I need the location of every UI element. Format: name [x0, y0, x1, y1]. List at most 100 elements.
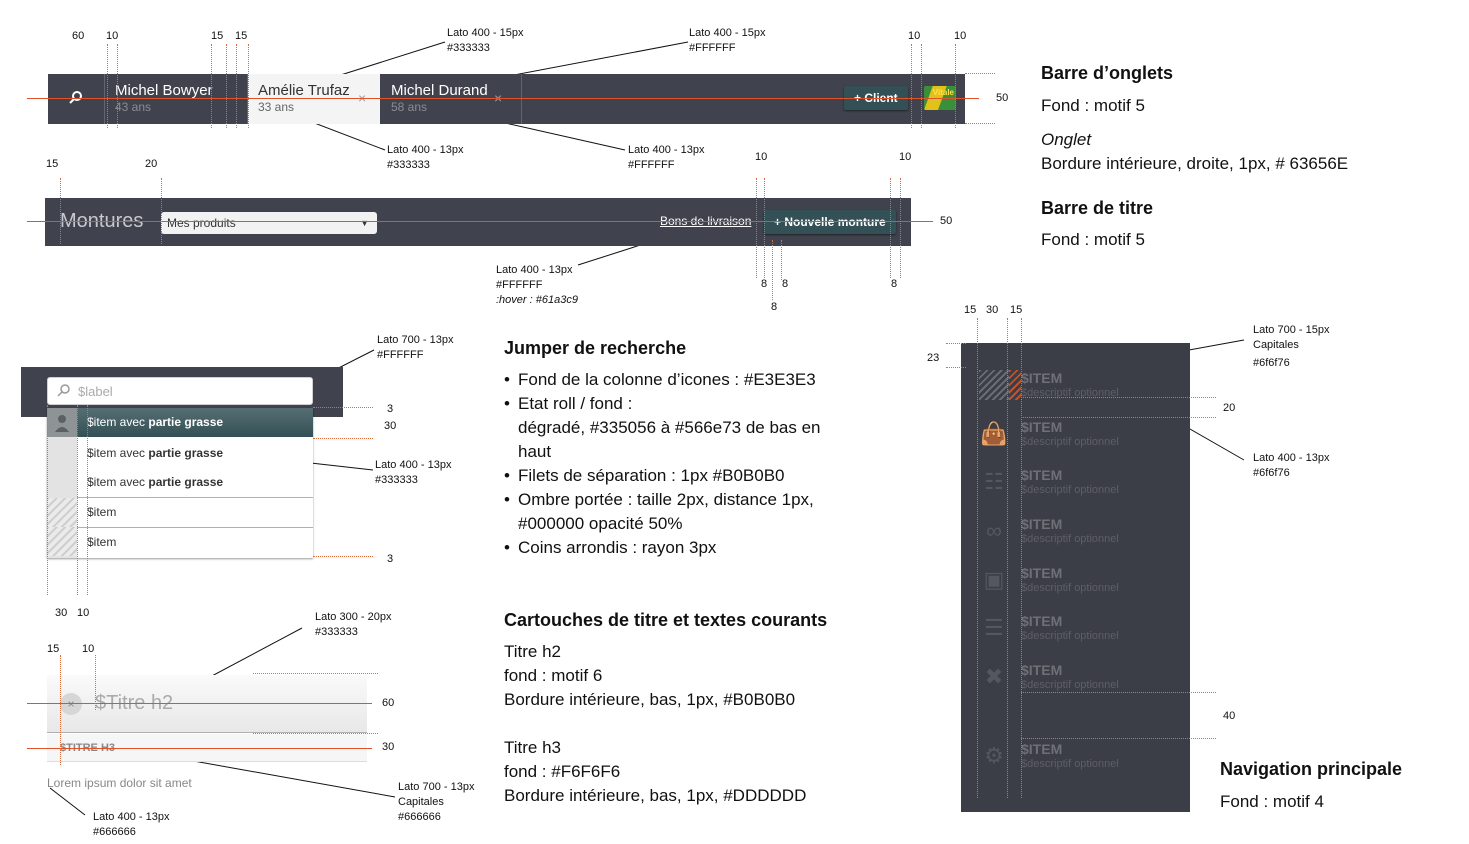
dropdown-item[interactable]: $item avec partie grasse: [77, 408, 313, 437]
search-icon: [56, 383, 72, 404]
center-axis: [27, 221, 933, 222]
tab-age: 58 ans: [391, 100, 428, 114]
highlight-marker: [1009, 370, 1021, 400]
annotation: Lato 400 - 13px #FFFFFF:hover : #61a3c9: [496, 264, 578, 306]
vitale-label: Vitale: [932, 88, 954, 97]
dim-label: 20: [145, 158, 158, 170]
annotation: Lato 300 - 20px #333333: [315, 611, 392, 638]
annotation: Lato 400 - 13px #6f6f76: [1253, 452, 1330, 479]
nav-item-desc: $descriptif optionnel: [1021, 436, 1119, 448]
annotation: Lato 700 - 15px Capitales #6f6f76: [1253, 324, 1330, 369]
center-axis: [27, 748, 372, 749]
dim-label: 8: [891, 278, 898, 290]
dropdown-item[interactable]: $item avec partie grasse: [77, 439, 313, 468]
dim-label: 10: [755, 151, 768, 163]
dim-label: 15: [46, 158, 59, 170]
main-navigation: $ITEM $descriptif optionnel 👜 $ITEM $des…: [961, 343, 1190, 812]
nav-item[interactable]: 👜 $ITEM $descriptif optionnel: [961, 417, 1190, 466]
annotation: Lato 400 - 15px #333333: [447, 27, 524, 54]
dim-label: 30: [55, 607, 68, 619]
caret-down-icon: ▼: [360, 218, 369, 228]
dim-label: 60: [382, 697, 395, 709]
nav-item[interactable]: ☰ $ITEM $descriptif optionnel: [961, 611, 1190, 660]
dim-label: 10: [106, 30, 119, 42]
nav-item-label: $ITEM: [1021, 516, 1063, 532]
dim-label: 15: [964, 304, 977, 316]
dropdown-item[interactable]: $item: [77, 497, 313, 526]
dim-label: 60: [72, 30, 85, 42]
tab-age: 33 ans: [258, 100, 295, 114]
spec-text-block: Titre h3 fond : #F6F6F6 Bordure intérieu…: [504, 738, 807, 805]
dropdown-item[interactable]: $item: [77, 527, 313, 556]
tools-icon: ✖: [984, 664, 1004, 689]
stack-icon: ☰: [984, 615, 1004, 640]
spec-list: Fond de la colonne d’icones : #E3E3E3 Et…: [504, 368, 821, 560]
nav-item-desc: $descriptif optionnel: [1021, 630, 1119, 642]
nav-item[interactable]: ✖ $ITEM $descriptif optionnel: [961, 660, 1190, 709]
dim-label: 30: [384, 420, 397, 432]
annotation: Lato 400 - 13px #666666: [93, 811, 170, 838]
annotation: Lato 400 - 13px #333333: [375, 459, 452, 486]
nav-item-label: $ITEM: [1021, 662, 1063, 678]
dim-label: 15: [211, 30, 224, 42]
dim-label: 10: [899, 151, 912, 163]
dim-label: 30: [382, 741, 395, 753]
placeholder-icon: [47, 527, 77, 556]
nav-item-desc: $descriptif optionnel: [1021, 484, 1119, 496]
spec-text: Onglet: [1041, 130, 1092, 149]
close-icon[interactable]: ×: [60, 693, 82, 715]
annotation: Lato 700 - 13px #FFFFFF: [377, 334, 454, 361]
user-icon: [47, 408, 77, 437]
section-title: Barre d’onglets: [1041, 63, 1174, 83]
cash-register-icon: ☷: [984, 469, 1004, 494]
nav-item[interactable]: ▣ $ITEM $descriptif optionnel: [961, 563, 1190, 612]
spec-text: Fond : motif 4: [1220, 792, 1324, 811]
tab-name: Amélie Trufaz: [258, 82, 350, 99]
nav-item-desc: $descriptif optionnel: [1021, 758, 1119, 770]
nav-item[interactable]: ⚙ $ITEM $descriptif optionnel: [961, 739, 1190, 788]
section-title: Barre de titre: [1041, 198, 1154, 218]
body-text: Lorem ipsum dolor sit amet: [47, 776, 192, 790]
dim-label: 10: [954, 30, 967, 42]
dropdown-item[interactable]: $item avec partie grasse: [77, 468, 313, 497]
new-frame-button[interactable]: + Nouvelle monture: [764, 210, 896, 234]
tab-patient[interactable]: Michel Durand 58 ans ×: [381, 74, 522, 124]
annotation: Lato 700 - 13px Capitales #666666: [398, 781, 475, 823]
nav-item[interactable]: ∞ $ITEM $descriptif optionnel: [961, 514, 1190, 563]
dim-label: 3: [387, 403, 394, 415]
nav-item-desc: $descriptif optionnel: [1021, 582, 1119, 594]
spec-text: Fond : motif 5: [1041, 96, 1145, 115]
spec-text-block: Titre h2 fond : motif 6 Bordure intérieu…: [504, 642, 796, 709]
box-icon: ▣: [983, 567, 1005, 592]
center-axis: [27, 98, 979, 99]
nav-item[interactable]: ☷ $ITEM $descriptif optionnel: [961, 465, 1190, 514]
dim-label: 30: [986, 304, 999, 316]
nav-item-desc: $descriptif optionnel: [1021, 533, 1119, 545]
tab-age: 43 ans: [115, 100, 152, 114]
dim-label: 23: [927, 352, 940, 364]
center-axis: [27, 703, 372, 704]
section-title: Navigation principale: [1220, 759, 1403, 779]
tab-name: Michel Durand: [391, 82, 488, 99]
section-title: Cartouches de titre et textes courants: [504, 610, 828, 630]
products-select[interactable]: Mes produits ▼: [161, 212, 377, 234]
nav-item-label: $ITEM: [1021, 370, 1063, 386]
select-value: Mes produits: [167, 216, 236, 230]
placeholder-icon: [47, 498, 77, 527]
nav-item-label: $ITEM: [1021, 565, 1063, 581]
nav-item-label: $ITEM: [1021, 741, 1063, 757]
nav-item-label: $ITEM: [1021, 419, 1063, 435]
glasses-icon: ∞: [986, 518, 1002, 543]
nav-item-label: $ITEM: [1021, 467, 1063, 483]
annotation: Lato 400 - 13px #FFFFFF: [628, 144, 705, 171]
nav-item[interactable]: $ITEM $descriptif optionnel: [961, 368, 1190, 417]
search-input[interactable]: $label: [47, 377, 313, 405]
dim-label: 10: [908, 30, 921, 42]
tab-bar: Michel Bowyer 43 ans × Amélie Trufaz 33 …: [48, 74, 965, 124]
annotation: Lato 400 - 13px #333333: [387, 144, 464, 171]
tab-patient-active[interactable]: Amélie Trufaz 33 ans ×: [248, 74, 380, 124]
dim-label: 15: [1010, 304, 1023, 316]
title-bar: Montures Mes produits ▼ Bons de livraiso…: [45, 198, 911, 246]
tab-name: Michel Bowyer: [115, 82, 213, 99]
annotation: Lato 400 - 15px #FFFFFF: [689, 27, 766, 54]
